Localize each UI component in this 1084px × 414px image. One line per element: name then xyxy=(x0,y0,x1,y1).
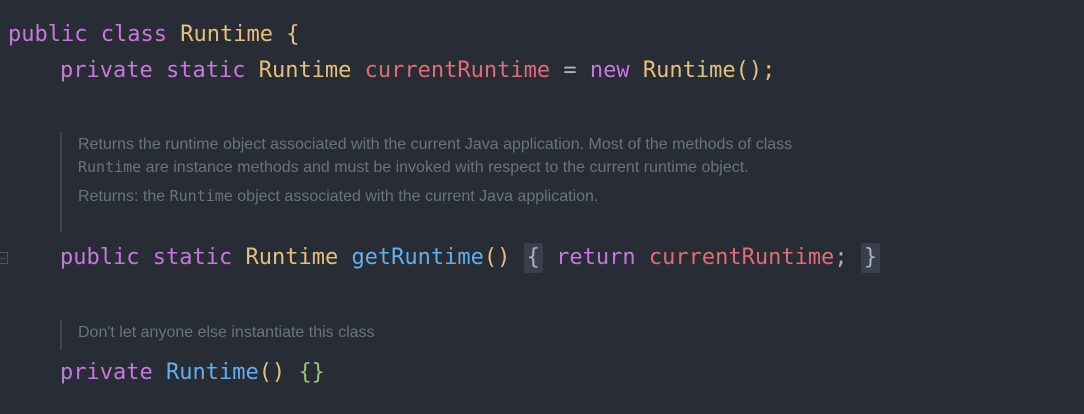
class-open-brace: { xyxy=(286,22,300,47)
doc-text: are instance methods and must be invoked… xyxy=(141,159,749,176)
doc-text: Returns the runtime object associated wi… xyxy=(78,136,793,153)
comment-text: Don't let anyone else instantiate this c… xyxy=(78,324,375,341)
field-type: Runtime xyxy=(258,58,352,83)
method-name: getRuntime xyxy=(351,245,484,270)
doc-returns-label: Returns: xyxy=(78,188,139,205)
comment-constructor: Don't let anyone else instantiate this c… xyxy=(60,320,838,350)
javadoc-getruntime: Returns the runtime object associated wi… xyxy=(60,132,838,232)
javadoc-returns: Returns: the Runtime object associated w… xyxy=(78,185,838,208)
constructor-name: Runtime xyxy=(165,360,259,385)
fold-icon[interactable] xyxy=(0,252,8,264)
constructor-declaration-line: private Runtime() {} xyxy=(60,358,325,388)
constructor-body: {} xyxy=(298,360,325,385)
keyword-static: static xyxy=(152,245,233,270)
keyword-return: return xyxy=(556,245,636,270)
keyword-public: public xyxy=(60,245,140,270)
returned-field: currentRuntime xyxy=(648,245,835,270)
folded-close-brace[interactable]: } xyxy=(860,243,881,273)
constructor-parens: () xyxy=(258,360,286,385)
assign-operator: = xyxy=(563,58,577,83)
constructor-call: Runtime xyxy=(642,58,736,83)
keyword-private: private xyxy=(60,58,153,83)
javadoc-description: Returns the runtime object associated wi… xyxy=(78,134,838,179)
method-declaration-line: public static Runtime getRuntime() { ret… xyxy=(60,243,881,273)
return-type: Runtime xyxy=(245,245,339,270)
doc-text: the xyxy=(138,188,170,205)
field-declaration-line: private static Runtime currentRuntime = … xyxy=(60,56,775,86)
keyword-public: public xyxy=(8,22,88,47)
keyword-new: new xyxy=(589,58,630,83)
keyword-private: private xyxy=(60,360,153,385)
keyword-static: static xyxy=(165,58,246,83)
folded-open-brace[interactable]: { xyxy=(523,243,543,273)
class-name: Runtime xyxy=(180,22,273,47)
method-parens: () xyxy=(483,245,511,270)
call-tail: (); xyxy=(735,58,776,83)
doc-code: Runtime xyxy=(78,158,142,176)
code-editor[interactable]: public class Runtime { private static Ru… xyxy=(0,0,1084,414)
class-declaration-line: public class Runtime { xyxy=(8,20,299,50)
doc-code: Runtime xyxy=(169,187,233,205)
field-name: currentRuntime xyxy=(364,58,551,83)
doc-text: object associated with the current Java … xyxy=(232,188,599,205)
keyword-class: class xyxy=(100,22,167,47)
semicolon: ; xyxy=(834,245,848,270)
